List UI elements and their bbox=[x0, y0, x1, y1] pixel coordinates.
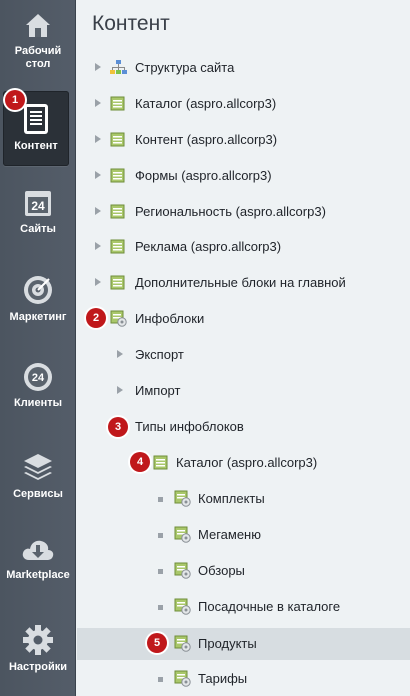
iblock-gear-icon bbox=[174, 670, 191, 687]
bullet-icon bbox=[158, 497, 163, 502]
tree-item-catalog[interactable]: Каталог (aspro.allcorp3) bbox=[77, 88, 410, 120]
sidebar-item-label: Рабочий стол bbox=[14, 45, 62, 70]
sidebar-item-label: Маркетинг bbox=[9, 311, 67, 323]
tree-item-label: Продукты bbox=[198, 636, 257, 651]
sidebar-item-label: Сервисы bbox=[13, 488, 63, 500]
iblock-icon bbox=[110, 132, 125, 147]
sidebar-item-settings[interactable]: Настройки bbox=[0, 624, 76, 674]
page-title: Контент bbox=[92, 12, 170, 35]
tree-item-label: Контент (aspro.allcorp3) bbox=[135, 132, 278, 147]
sidebar-item-label: Сайты bbox=[20, 223, 56, 235]
tree-item-reviews[interactable]: Обзоры bbox=[77, 555, 410, 587]
tree-item-label: Дополнительные блоки на главной bbox=[135, 275, 346, 290]
iblock-gear-icon bbox=[174, 598, 191, 615]
step-badge-5: 5 bbox=[147, 633, 167, 653]
cloud-download-icon bbox=[22, 540, 54, 560]
tree-item-megamenu[interactable]: Мегаменю bbox=[77, 519, 410, 551]
clients-24-icon: 24 bbox=[24, 363, 52, 391]
sidebar-item-label: Клиенты bbox=[13, 397, 62, 409]
step-badge-4: 4 bbox=[130, 452, 150, 472]
tree-item-landing[interactable]: Посадочные в каталоге bbox=[77, 591, 410, 623]
tree-item-label: Структура сайта bbox=[135, 60, 235, 75]
sidebar-item-label: Контент bbox=[14, 140, 58, 152]
tree-item-label: Реклама (aspro.allcorp3) bbox=[135, 239, 282, 254]
tree-item-label: Обзоры bbox=[198, 563, 245, 578]
svg-text:24: 24 bbox=[32, 372, 45, 384]
iblock-icon bbox=[110, 204, 125, 219]
tree-item-catalog-type[interactable]: Каталог (aspro.allcorp3) bbox=[77, 447, 410, 479]
tree-item-label: Типы инфоблоков bbox=[135, 419, 244, 434]
expand-arrow-icon[interactable] bbox=[95, 278, 101, 286]
expand-arrow-icon[interactable] bbox=[95, 207, 101, 215]
tree-item-label: Инфоблоки bbox=[135, 311, 205, 326]
step-badge-3: 3 bbox=[108, 417, 128, 437]
home-icon bbox=[26, 14, 50, 37]
sidebar-item-marketplace[interactable]: Marketplace bbox=[0, 536, 76, 582]
iblock-icon bbox=[110, 239, 125, 254]
step-badge-1: 1 bbox=[5, 90, 25, 110]
tree-item-regionality[interactable]: Региональность (aspro.allcorp3) bbox=[77, 196, 410, 228]
tree-item-label: Тарифы bbox=[198, 671, 248, 686]
expand-arrow-icon[interactable] bbox=[95, 171, 101, 179]
bullet-icon bbox=[158, 605, 163, 610]
site-structure-icon bbox=[110, 60, 127, 74]
sidebar-item-marketing[interactable]: Маркетинг bbox=[0, 274, 76, 324]
iblock-gear-icon bbox=[110, 310, 127, 327]
tree-item-label: Формы (aspro.allcorp3) bbox=[135, 168, 272, 183]
iblock-icon bbox=[153, 455, 168, 470]
expand-arrow-icon[interactable] bbox=[117, 386, 123, 394]
expand-arrow-icon[interactable] bbox=[95, 63, 101, 71]
tree-item-label: Мегаменю bbox=[198, 527, 261, 542]
expand-arrow-icon[interactable] bbox=[117, 350, 123, 358]
sidebar-item-label: Настройки bbox=[8, 661, 68, 673]
tree-item-infoblocks[interactable]: Инфоблоки bbox=[77, 303, 410, 335]
bullet-icon bbox=[158, 677, 163, 682]
tree-item-label: Каталог (aspro.allcorp3) bbox=[176, 455, 318, 470]
step-badge-2: 2 bbox=[86, 308, 106, 328]
bullet-icon bbox=[158, 533, 163, 538]
iblock-gear-icon bbox=[174, 526, 191, 543]
sidebar-item-desktop[interactable]: Рабочий стол bbox=[0, 10, 76, 71]
svg-text:24: 24 bbox=[31, 199, 45, 213]
tree-item-ads[interactable]: Реклама (aspro.allcorp3) bbox=[77, 231, 410, 263]
tree-item-label: Импорт bbox=[135, 383, 181, 398]
calendar-24-icon: 24 bbox=[25, 191, 51, 216]
tree-item-label: Каталог (aspro.allcorp3) bbox=[135, 96, 277, 111]
expand-arrow-icon[interactable] bbox=[95, 242, 101, 250]
expand-arrow-icon[interactable] bbox=[95, 135, 101, 143]
tree-item-tariffs[interactable]: Тарифы bbox=[77, 663, 410, 695]
iblock-gear-icon bbox=[174, 490, 191, 507]
tree-item-label: Экспорт bbox=[135, 347, 184, 362]
iblock-icon bbox=[110, 275, 125, 290]
document-icon bbox=[24, 104, 48, 134]
sidebar-item-sites[interactable]: 24 Сайты bbox=[0, 188, 76, 236]
tree-item-import[interactable]: Импорт bbox=[77, 375, 410, 407]
tree-item-kits[interactable]: Комплекты bbox=[77, 483, 410, 515]
tree-item-export[interactable]: Экспорт bbox=[77, 339, 410, 371]
iblock-icon bbox=[110, 168, 125, 183]
sidebar-item-clients[interactable]: 24 Клиенты bbox=[0, 362, 76, 410]
layers-icon bbox=[24, 454, 52, 480]
expand-arrow-icon[interactable] bbox=[95, 99, 101, 107]
tree-item-label: Посадочные в каталоге bbox=[198, 599, 341, 614]
sidebar-item-services[interactable]: Сервисы bbox=[0, 451, 76, 501]
tree-item-label: Комплекты bbox=[198, 491, 265, 506]
bullet-icon bbox=[158, 569, 163, 574]
tree-item-products[interactable]: Продукты bbox=[77, 628, 410, 660]
iblock-icon bbox=[110, 96, 125, 111]
tree-item-content[interactable]: Контент (aspro.allcorp3) bbox=[77, 124, 410, 156]
tree-item-main-blocks[interactable]: Дополнительные блоки на главной bbox=[77, 267, 410, 299]
tree-item-site-structure[interactable]: Структура сайта bbox=[77, 52, 410, 84]
tree-item-forms[interactable]: Формы (aspro.allcorp3) bbox=[77, 160, 410, 192]
iblock-gear-icon bbox=[174, 635, 191, 652]
content-tree-panel: Контент Структура сайта Каталог (aspro.a… bbox=[77, 0, 410, 696]
gear-icon bbox=[23, 625, 53, 655]
tree-item-label: Региональность (aspro.allcorp3) bbox=[135, 204, 326, 219]
target-icon bbox=[24, 276, 52, 304]
iblock-gear-icon bbox=[174, 562, 191, 579]
sidebar-item-label: Marketplace bbox=[6, 569, 70, 581]
